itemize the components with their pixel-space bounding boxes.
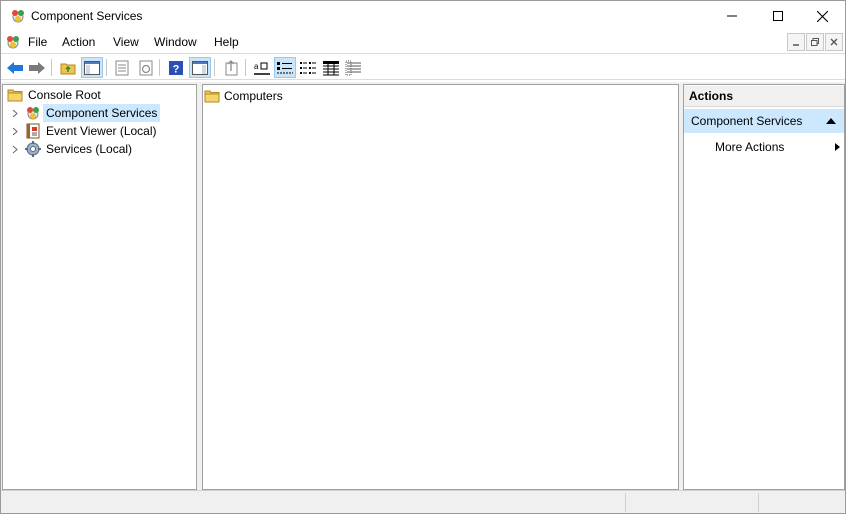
tree-item-component-services[interactable]: Component Services (25, 104, 161, 122)
tree-item-services[interactable]: Services (Local) (25, 140, 135, 158)
app-window: Component Services File Action View Wind… (0, 0, 846, 514)
chevron-right-icon[interactable] (10, 140, 20, 158)
list-view-icon[interactable] (297, 57, 319, 78)
small-icons-view-icon[interactable] (274, 57, 296, 78)
menu-bar: File Action View Window Help (1, 31, 845, 54)
component-services-icon (10, 8, 26, 24)
folder-icon (204, 88, 220, 104)
toolbar-separator (214, 59, 215, 76)
svg-text:a: a (254, 62, 259, 71)
status-cell (758, 493, 845, 512)
actions-group-component-services[interactable]: Component Services (684, 109, 844, 133)
status-cell (625, 493, 758, 512)
tree-item-label: Console Root (28, 88, 101, 102)
menu-window[interactable]: Window (154, 35, 197, 49)
detail-view-icon[interactable] (320, 57, 342, 78)
list-item-computers[interactable]: Computers (203, 87, 283, 105)
maximize-button[interactable] (755, 1, 801, 31)
svg-text:?: ? (173, 63, 180, 75)
folder-icon (7, 87, 23, 103)
services-gear-icon (25, 141, 41, 157)
menu-help[interactable]: Help (214, 35, 239, 49)
tree-item-label: Component Services (43, 104, 161, 122)
tree-item-label: Services (Local) (46, 142, 133, 156)
child-close-button[interactable] (825, 33, 843, 51)
actions-pane: Actions Component Services More Actions (683, 84, 845, 490)
collapse-up-icon[interactable] (826, 118, 836, 124)
menu-view[interactable]: View (113, 35, 139, 49)
result-pane[interactable]: Computers (202, 84, 679, 490)
large-icons-view-icon[interactable]: a (251, 57, 273, 78)
component-services-icon (25, 105, 41, 121)
minimize-button[interactable] (709, 1, 755, 31)
tree-item-console-root[interactable]: Console Root (7, 86, 104, 104)
child-minimize-button[interactable] (787, 33, 805, 51)
actions-header: Actions (684, 86, 844, 107)
list-item-label: Computers (224, 89, 283, 103)
tree-item-event-viewer[interactable]: Event Viewer (Local) (25, 122, 160, 140)
toolbar-separator (245, 59, 246, 76)
submenu-arrow-icon (835, 143, 840, 151)
export-list-icon[interactable] (220, 57, 242, 78)
refresh-icon[interactable] (135, 57, 157, 78)
toolbar-separator (51, 59, 52, 76)
system-menu-icon[interactable] (5, 34, 21, 50)
show-hide-action-pane-icon[interactable] (189, 57, 211, 78)
menu-file[interactable]: File (28, 35, 47, 49)
status-bar (1, 490, 845, 513)
forward-arrow-icon[interactable] (26, 57, 48, 78)
back-arrow-icon[interactable] (4, 57, 26, 78)
configure-view-icon[interactable] (343, 57, 365, 78)
tree-item-label: Event Viewer (Local) (46, 124, 157, 138)
pane-area: Console Root Component Services Event Vi… (1, 82, 845, 490)
console-tree[interactable]: Console Root Component Services Event Vi… (2, 84, 197, 490)
toolbar-separator (159, 59, 160, 76)
action-more-actions[interactable]: More Actions (715, 137, 840, 157)
up-folder-icon[interactable] (57, 57, 79, 78)
toolbar: ? a (1, 55, 845, 80)
actions-group-label: Component Services (691, 114, 803, 128)
close-button[interactable] (799, 1, 845, 31)
title-bar[interactable]: Component Services (1, 1, 845, 31)
child-window-controls (786, 33, 843, 51)
show-hide-console-tree-icon[interactable] (81, 57, 103, 78)
chevron-right-icon[interactable] (10, 122, 20, 140)
chevron-right-icon[interactable] (10, 104, 20, 122)
help-icon[interactable]: ? (165, 57, 187, 78)
action-label: More Actions (715, 140, 785, 154)
toolbar-separator (106, 59, 107, 76)
properties-icon[interactable] (111, 57, 133, 78)
window-title: Component Services (31, 9, 143, 23)
event-viewer-icon (25, 123, 41, 139)
child-restore-button[interactable] (806, 33, 824, 51)
menu-action[interactable]: Action (62, 35, 95, 49)
